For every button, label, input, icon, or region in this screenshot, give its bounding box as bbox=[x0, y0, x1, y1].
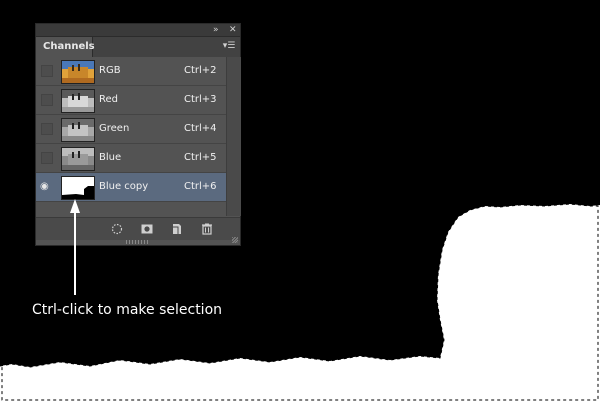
channel-row-rgb[interactable]: RGB Ctrl+2 bbox=[36, 57, 226, 86]
close-icon[interactable]: ✕ bbox=[229, 24, 237, 36]
channel-shortcut: Ctrl+6 bbox=[184, 181, 217, 192]
annotation-text: Ctrl-click to make selection bbox=[32, 302, 223, 318]
channel-row-blue[interactable]: Blue Ctrl+5 bbox=[36, 144, 226, 173]
channel-row-blue-copy[interactable]: ◉ Blue copy Ctrl+6 bbox=[36, 173, 226, 202]
channel-list: RGB Ctrl+2 Red Ctrl+3 Green Ctrl+4 Blue … bbox=[36, 57, 226, 202]
double-chevron-right-icon[interactable]: » bbox=[213, 24, 219, 36]
blue-thumbnail bbox=[61, 147, 95, 171]
rgb-thumbnail bbox=[61, 60, 95, 84]
panel-title-bar[interactable]: » ✕ bbox=[36, 24, 240, 37]
channel-shortcut: Ctrl+5 bbox=[184, 152, 217, 163]
load-selection-icon[interactable] bbox=[110, 222, 124, 236]
tab-channels[interactable]: Channels bbox=[36, 37, 95, 58]
panel-resize-grip[interactable] bbox=[126, 240, 150, 244]
blue-copy-thumbnail[interactable] bbox=[61, 176, 95, 200]
eye-icon[interactable]: ◉ bbox=[40, 182, 50, 192]
red-thumbnail bbox=[61, 89, 95, 113]
channel-shortcut: Ctrl+2 bbox=[184, 65, 217, 76]
visibility-toggle[interactable] bbox=[41, 94, 53, 106]
panel-bottom-toolbar bbox=[36, 217, 240, 240]
save-selection-icon[interactable] bbox=[140, 222, 154, 236]
channel-row-red[interactable]: Red Ctrl+3 bbox=[36, 86, 226, 115]
visibility-toggle[interactable] bbox=[41, 65, 53, 77]
new-channel-icon[interactable] bbox=[170, 222, 184, 236]
panel-resize-corner[interactable] bbox=[232, 237, 238, 243]
channel-row-green[interactable]: Green Ctrl+4 bbox=[36, 115, 226, 144]
channels-panel: » ✕ Channels ▾☰ RGB Ctrl+2 Red Ctrl+3 Gr… bbox=[35, 23, 241, 246]
panel-tab-row: Channels ▾☰ bbox=[36, 37, 240, 58]
channel-name: Blue bbox=[99, 152, 122, 163]
channel-name: RGB bbox=[99, 65, 121, 76]
panel-menu-icon[interactable]: ▾☰ bbox=[222, 39, 236, 53]
channel-shortcut: Ctrl+4 bbox=[184, 123, 217, 134]
channel-shortcut: Ctrl+3 bbox=[184, 94, 217, 105]
visibility-toggle[interactable] bbox=[41, 152, 53, 164]
channel-name: Green bbox=[99, 123, 130, 134]
visibility-toggle[interactable] bbox=[41, 123, 53, 135]
scrollbar[interactable] bbox=[226, 57, 241, 216]
channel-name: Blue copy bbox=[99, 181, 149, 192]
channel-name: Red bbox=[99, 94, 118, 105]
green-thumbnail bbox=[61, 118, 95, 142]
trash-icon[interactable] bbox=[200, 222, 214, 236]
